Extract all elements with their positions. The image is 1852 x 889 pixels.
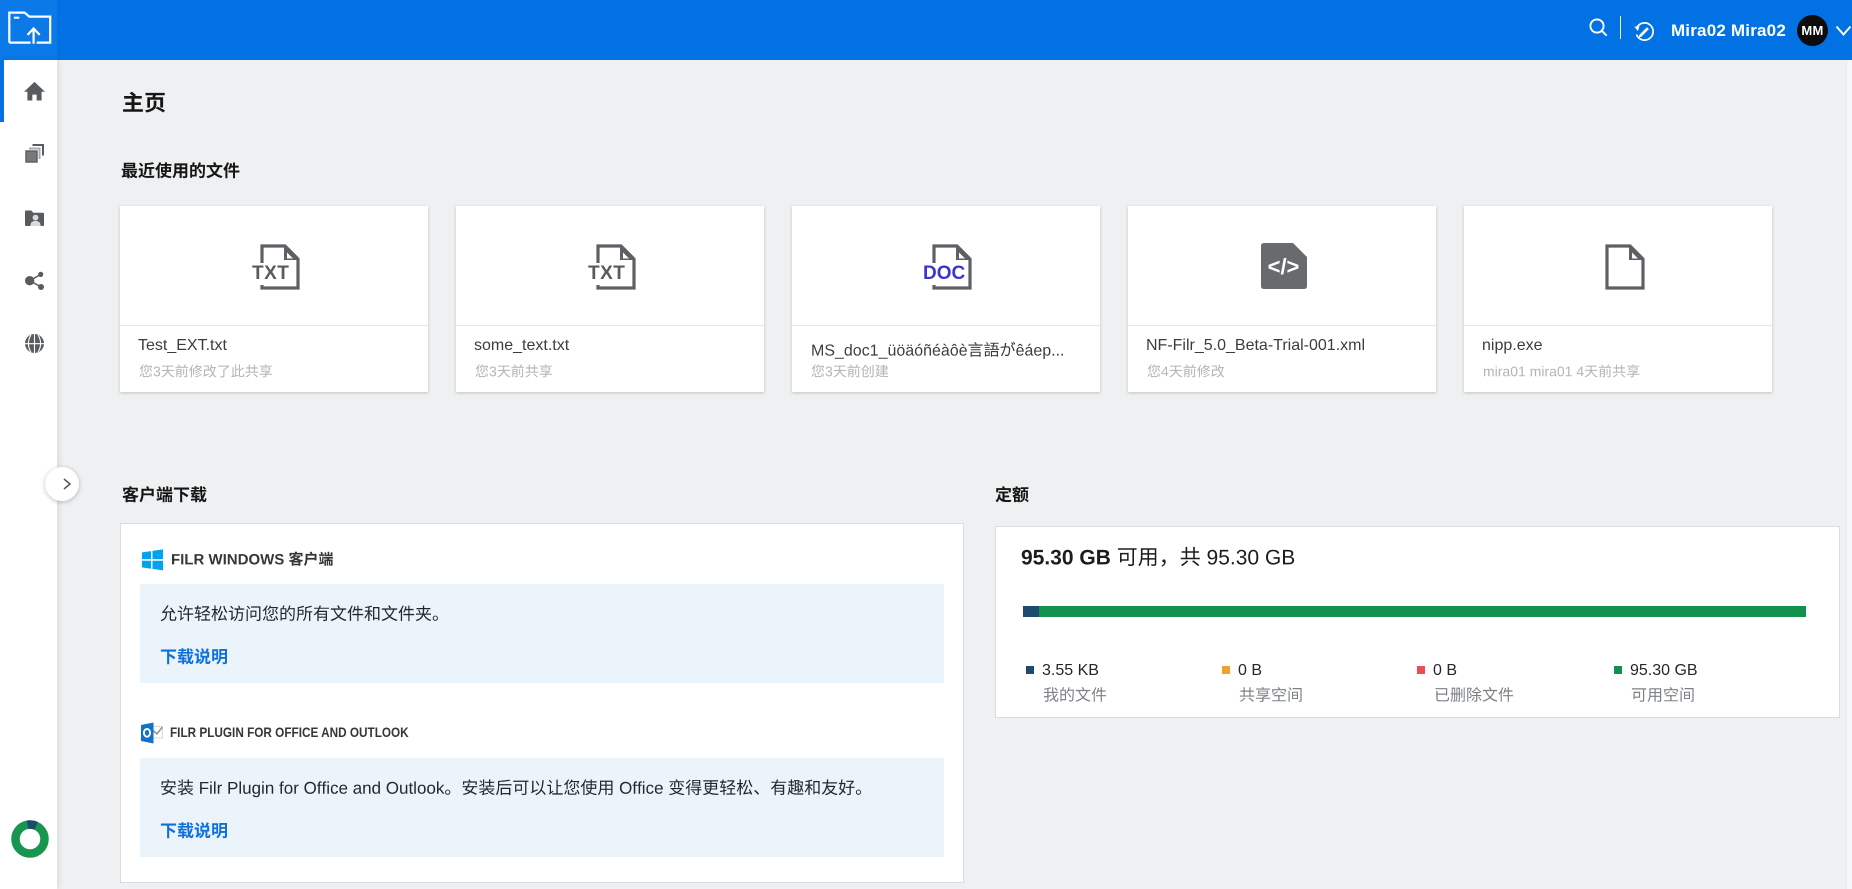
svg-text:</>: </>: [1268, 254, 1300, 279]
